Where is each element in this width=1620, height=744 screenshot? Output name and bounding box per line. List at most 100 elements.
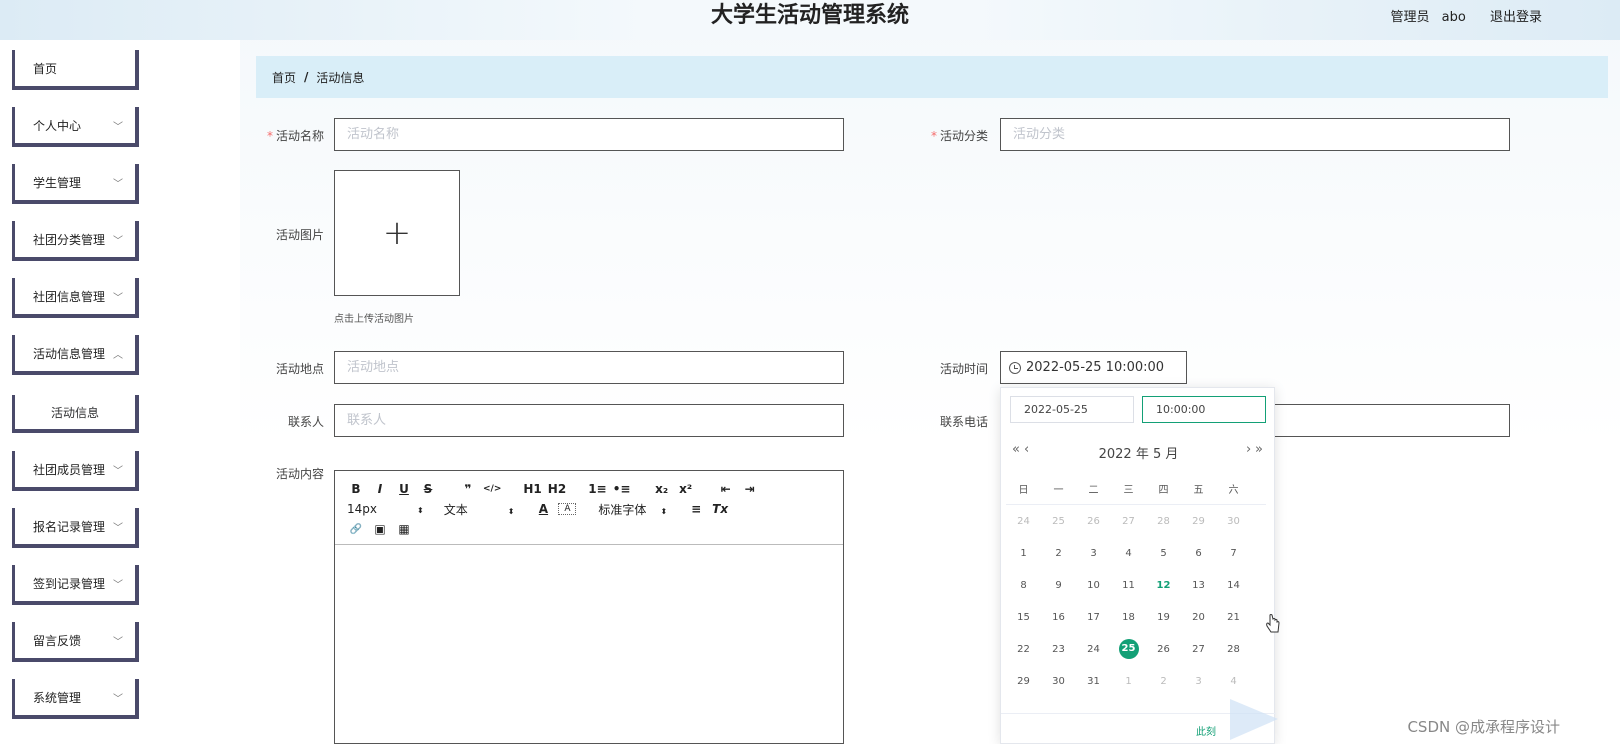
picker-date-input[interactable]: 2022-05-25 [1010, 396, 1134, 423]
italic-button[interactable]: I [371, 482, 389, 496]
bold-button[interactable]: B [347, 482, 365, 496]
sidebar-item-home[interactable]: 首页 [12, 50, 139, 90]
image-icon[interactable]: ▣ [371, 522, 389, 536]
text-color-icon[interactable]: A [534, 502, 552, 516]
editor-content-area[interactable] [335, 545, 843, 743]
calendar-day[interactable]: 18 [1111, 612, 1146, 623]
bullet-list-icon[interactable]: •≡ [613, 482, 631, 496]
calendar-day[interactable]: 23 [1041, 644, 1076, 655]
calendar-day[interactable]: 17 [1076, 612, 1111, 623]
video-icon[interactable]: ▦ [395, 522, 413, 536]
sidebar-item-feedback[interactable]: 留言反馈 ﹀ [12, 622, 139, 662]
calendar-day[interactable]: 7 [1216, 548, 1251, 559]
h1-button[interactable]: H1 [523, 482, 541, 496]
indent-icon[interactable]: ⇥ [741, 482, 759, 496]
calendar-day[interactable]: 31 [1076, 676, 1111, 687]
calendar-day[interactable]: 26 [1076, 516, 1111, 527]
calendar-day[interactable]: 4 [1216, 676, 1251, 687]
next-month-icon[interactable]: › [1246, 442, 1251, 457]
sidebar-item-activity-info[interactable]: 活动信息管理 ︿ [12, 335, 139, 375]
picker-time-input[interactable]: 10:00:00 [1142, 396, 1266, 423]
calendar-day[interactable]: 9 [1041, 580, 1076, 591]
calendar-day[interactable]: 1 [1111, 676, 1146, 687]
picker-month[interactable]: 5 [1153, 447, 1161, 462]
activity-category-input[interactable] [1000, 118, 1510, 151]
calendar-day[interactable]: 8 [1006, 580, 1041, 591]
calendar-day[interactable]: 30 [1041, 676, 1076, 687]
calendar-day[interactable]: 3 [1181, 676, 1216, 687]
activity-time-label: 活动时间 [939, 362, 988, 376]
contact-input[interactable] [334, 404, 844, 437]
calendar-day[interactable]: 24 [1006, 516, 1041, 527]
calendar-day[interactable]: 13 [1181, 580, 1216, 591]
calendar-day[interactable]: 28 [1146, 516, 1181, 527]
calendar-day[interactable]: 15 [1006, 612, 1041, 623]
format-value: 文本 [443, 502, 468, 517]
calendar-day[interactable]: 5 [1146, 548, 1181, 559]
calendar-day[interactable]: 4 [1111, 548, 1146, 559]
calendar-day[interactable]: 24 [1076, 644, 1111, 655]
next-year-icon[interactable]: » [1255, 442, 1263, 457]
font-family-select[interactable]: 标准字体 ⬍ [598, 501, 667, 518]
calendar-day[interactable]: 14 [1216, 580, 1251, 591]
activity-category-label: * 活动分类 [918, 127, 988, 144]
strike-button[interactable]: S [419, 482, 437, 496]
code-icon[interactable]: </> [483, 484, 501, 494]
outdent-icon[interactable]: ⇤ [717, 482, 735, 496]
calendar-day[interactable]: 25 [1041, 516, 1076, 527]
calendar-day[interactable]: 29 [1006, 676, 1041, 687]
calendar-day[interactable]: 19 [1146, 612, 1181, 623]
activity-name-input[interactable] [334, 118, 844, 151]
calendar-day[interactable]: 20 [1181, 612, 1216, 623]
sidebar-item-students[interactable]: 学生管理 ﹀ [12, 164, 139, 204]
calendar-day[interactable]: 30 [1216, 516, 1251, 527]
sidebar-item-checkins[interactable]: 签到记录管理 ﹀ [12, 565, 139, 605]
breadcrumb-home[interactable]: 首页 [272, 69, 296, 86]
activity-time-picker[interactable]: 2022-05-25 10:00:00 [1000, 351, 1187, 384]
ordered-list-icon[interactable]: 1≡ [588, 482, 606, 496]
background-color-icon[interactable]: A [558, 503, 577, 515]
sidebar-item-club-categories[interactable]: 社团分类管理 ﹀ [12, 221, 139, 261]
calendar-day[interactable]: 27 [1181, 644, 1216, 655]
calendar-day-selected[interactable]: 25 [1111, 639, 1146, 659]
h2-button[interactable]: H2 [548, 482, 566, 496]
calendar-day[interactable]: 6 [1181, 548, 1216, 559]
calendar-day[interactable]: 1 [1006, 548, 1041, 559]
calendar-day-number: 18 [1122, 611, 1135, 623]
calendar-day[interactable]: 26 [1146, 644, 1181, 655]
calendar-day[interactable]: 2 [1041, 548, 1076, 559]
calendar-day[interactable]: 22 [1006, 644, 1041, 655]
calendar-day[interactable]: 28 [1216, 644, 1251, 655]
calendar-day[interactable]: 21 [1216, 612, 1251, 623]
now-button[interactable]: 此刻 [1196, 723, 1216, 738]
sidebar-item-club-info[interactable]: 社团信息管理 ﹀ [12, 278, 139, 318]
underline-button[interactable]: U [395, 482, 413, 496]
sidebar-subitem-activity[interactable]: 活动信息 [12, 395, 139, 433]
sidebar-item-system[interactable]: 系统管理 ﹀ [12, 679, 139, 719]
sidebar-item-registrations[interactable]: 报名记录管理 ﹀ [12, 508, 139, 548]
align-icon[interactable]: ≡ [687, 502, 705, 516]
font-size-select[interactable]: 14px ⬍ [347, 502, 424, 516]
superscript-button[interactable]: x² [677, 482, 695, 496]
select-arrows-icon: ⬍ [660, 506, 668, 516]
calendar-day[interactable]: 27 [1111, 516, 1146, 527]
clear-format-icon[interactable]: Tx [711, 502, 729, 516]
calendar-day[interactable]: 3 [1076, 548, 1111, 559]
subscript-button[interactable]: x₂ [653, 482, 671, 496]
calendar-day[interactable]: 12 [1146, 580, 1181, 591]
calendar-day[interactable]: 11 [1111, 580, 1146, 591]
sidebar-item-profile[interactable]: 个人中心 ﹀ [12, 107, 139, 147]
image-upload-box[interactable]: + [334, 170, 460, 296]
calendar-day[interactable]: 2 [1146, 676, 1181, 687]
activity-location-input[interactable] [334, 351, 844, 384]
sidebar-item-club-members[interactable]: 社团成员管理 ﹀ [12, 451, 139, 491]
calendar-day-number: 28 [1157, 515, 1170, 527]
format-select[interactable]: 文本 ⬍ [444, 501, 515, 518]
calendar-day[interactable]: 29 [1181, 516, 1216, 527]
logout-button[interactable]: 退出登录 [1490, 10, 1542, 25]
picker-year[interactable]: 2022 [1099, 447, 1132, 462]
calendar-day[interactable]: 10 [1076, 580, 1111, 591]
link-icon[interactable]: 🔗 [347, 524, 365, 535]
calendar-day[interactable]: 16 [1041, 612, 1076, 623]
quote-icon[interactable]: ❞ [459, 482, 477, 496]
